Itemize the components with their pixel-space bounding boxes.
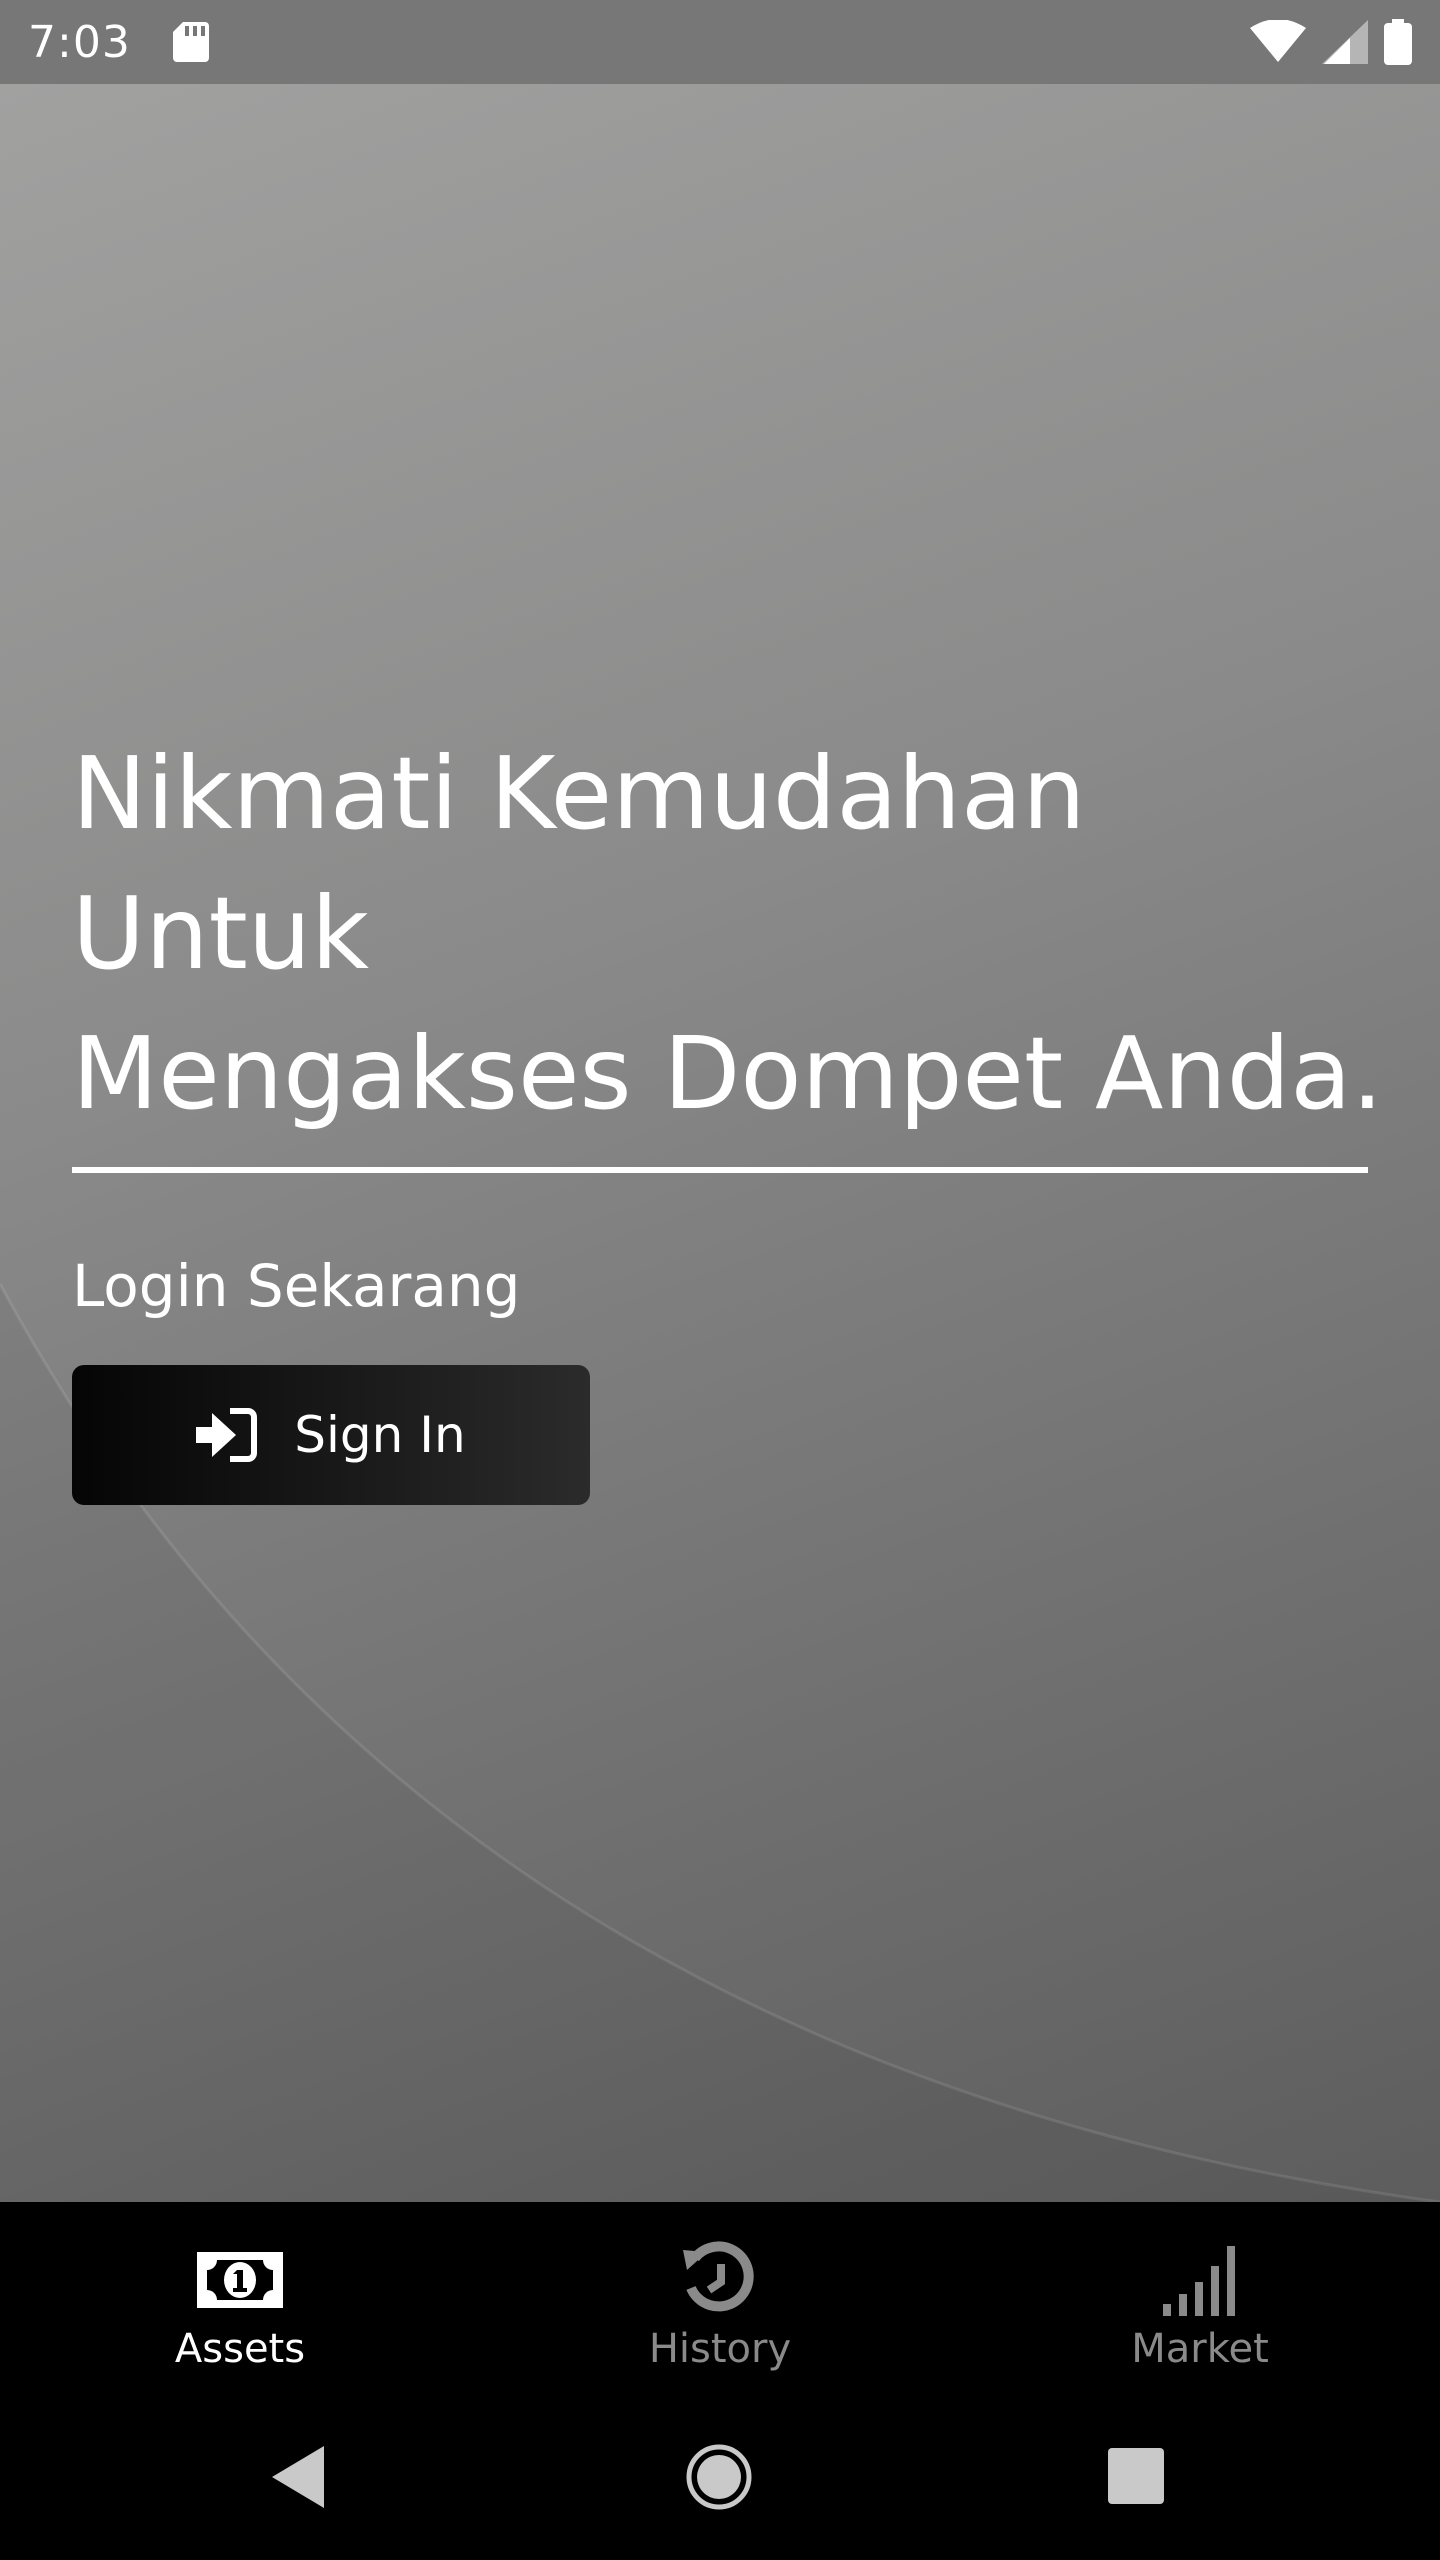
system-navigation-bar [0,2402,1440,2560]
sign-in-button[interactable]: Sign In [72,1365,590,1505]
nav-item-market[interactable]: Market [960,2202,1440,2402]
sign-in-icon [196,1408,258,1462]
money-bill-icon [197,2252,283,2308]
status-bar: 7:03 [0,0,1440,84]
headline: Nikmati Kemudahan Untuk Mengakses Dompet… [72,724,1384,1144]
sd-card-icon [172,22,209,62]
nav-label: History [648,2326,792,2372]
wifi-icon [1250,20,1306,62]
app-screen: 7:03 Nikmati Kemudahan Untuk Mengakses D… [0,0,1440,2560]
bottom-navigation: Assets History Market [0,2202,1440,2402]
cellular-signal-icon [1322,20,1368,64]
battery-icon [1384,19,1412,65]
nav-label: Market [1131,2326,1269,2372]
nav-item-assets[interactable]: Assets [0,2202,480,2402]
status-time: 7:03 [28,16,131,68]
headline-line: Untuk [72,875,370,992]
nav-item-history[interactable]: History [480,2202,960,2402]
nav-label: Assets [174,2326,306,2372]
login-subtitle: Login Sekarang [72,1252,521,1320]
main-content: Nikmati Kemudahan Untuk Mengakses Dompet… [0,84,1440,2202]
recents-icon[interactable] [1108,2448,1164,2504]
back-icon[interactable] [268,2444,328,2510]
history-icon [683,2241,754,2312]
sign-in-label: Sign In [294,1406,466,1464]
home-icon[interactable] [686,2444,752,2510]
headline-line: Nikmati Kemudahan [72,735,1086,852]
status-icons [1250,19,1412,65]
signal-bars-icon [1163,2246,1235,2316]
headline-line: Mengakses Dompet Anda. [72,1015,1384,1132]
headline-divider [72,1167,1368,1173]
